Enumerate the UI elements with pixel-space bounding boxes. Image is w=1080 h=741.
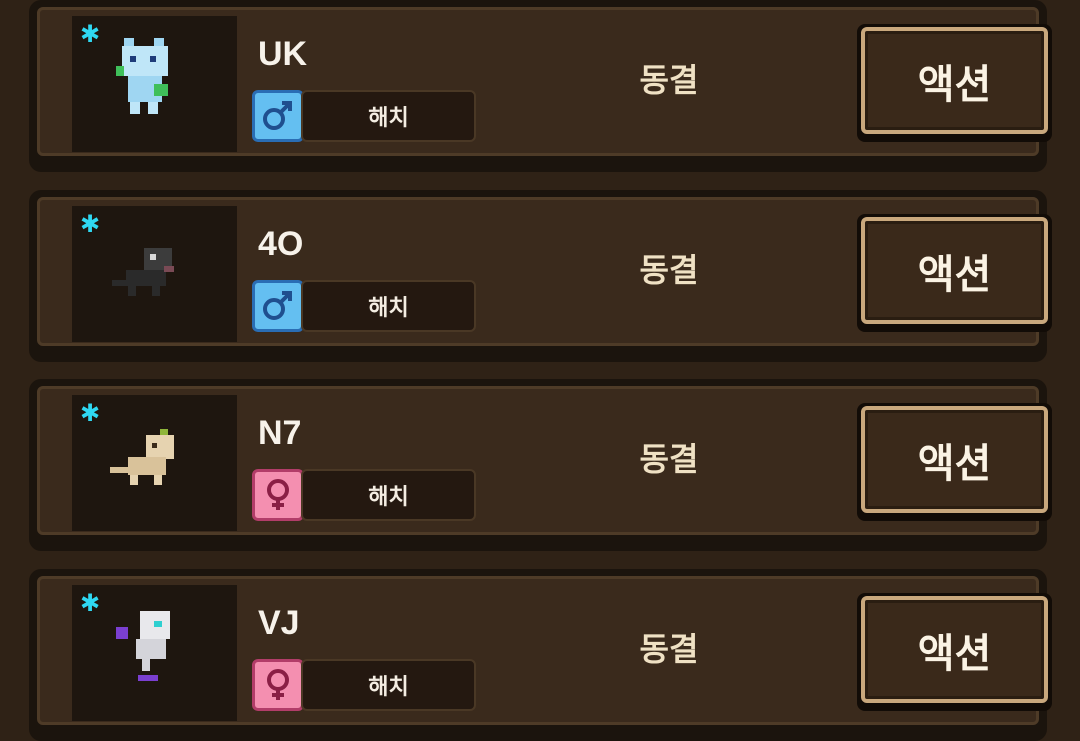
status-text: 동결: [639, 61, 699, 99]
male-gender-badge: [252, 90, 304, 142]
status-text: 동결: [639, 251, 699, 289]
female-gender-badge: [252, 469, 304, 521]
trait-label: 해치: [301, 659, 476, 711]
female-gender-badge: [252, 659, 304, 711]
creature-name: UK: [258, 35, 308, 73]
action-button[interactable]: 액션: [857, 593, 1052, 711]
female-icon: [267, 669, 289, 700]
male-icon: [263, 101, 292, 130]
status-text: 동결: [639, 440, 699, 478]
action-button[interactable]: 액션: [857, 214, 1052, 332]
creature-portrait[interactable]: ✱: [72, 206, 237, 342]
female-icon: [267, 479, 289, 510]
action-button-label: 액션: [861, 406, 1048, 513]
creature-card[interactable]: ✱ VJ 해치 동결 액션: [29, 569, 1052, 741]
male-gender-badge: [252, 280, 304, 332]
trait-label: 해치: [301, 280, 476, 332]
tan-cat-sprite: [110, 429, 174, 485]
creature-portrait[interactable]: ✱: [72, 16, 237, 152]
trait-label: 해치: [301, 469, 476, 521]
creature-name: VJ: [258, 604, 300, 642]
favorite-star-icon: ✱: [80, 20, 101, 48]
creature-portrait[interactable]: ✱: [72, 585, 237, 721]
status-text: 동결: [639, 630, 699, 668]
white-cat-sprite: [116, 611, 170, 681]
black-rat-sprite: [112, 248, 174, 296]
action-button[interactable]: 액션: [857, 403, 1052, 521]
male-icon: [263, 291, 292, 320]
favorite-star-icon: ✱: [80, 210, 101, 238]
action-button-label: 액션: [861, 596, 1048, 703]
creature-card[interactable]: ✱ 4O 해치 동결 액션: [29, 190, 1052, 362]
favorite-star-icon: ✱: [80, 399, 101, 427]
action-button[interactable]: 액션: [857, 24, 1052, 142]
trait-label: 해치: [301, 90, 476, 142]
blue-cat-sprite: [116, 38, 168, 114]
creature-portrait[interactable]: ✱: [72, 395, 237, 531]
creature-name: 4O: [258, 225, 304, 263]
action-button-label: 액션: [861, 27, 1048, 134]
creature-card[interactable]: ✱ N7 해치 동결 액션: [29, 379, 1052, 551]
creature-name: N7: [258, 414, 302, 452]
action-button-label: 액션: [861, 217, 1048, 324]
favorite-star-icon: ✱: [80, 589, 101, 617]
creature-card[interactable]: ✱ UK 해치 동결 액션: [29, 0, 1052, 172]
